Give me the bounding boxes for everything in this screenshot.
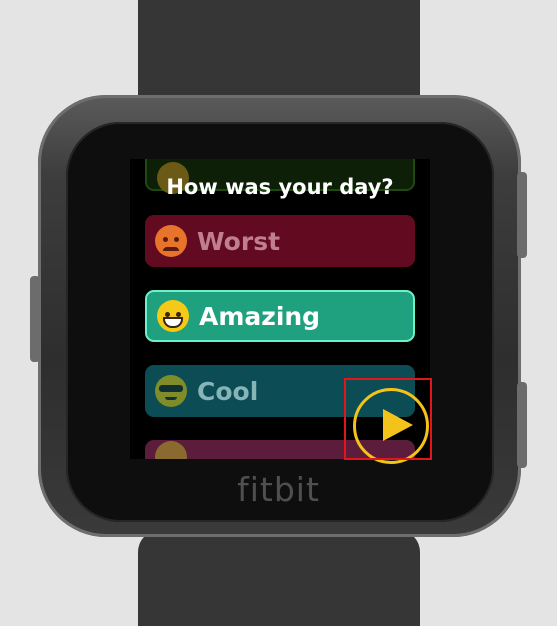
left-side-button[interactable]: [30, 276, 40, 362]
grinning-face-icon: [157, 300, 189, 332]
smiling-face-icon: [155, 441, 187, 459]
tired-face-icon: [155, 225, 187, 257]
option-label: Cool: [197, 376, 259, 406]
watch-strap-bottom: [138, 530, 420, 626]
target-highlight-box: [344, 378, 432, 460]
right-top-button[interactable]: [517, 172, 527, 258]
option-label: Amazing: [199, 301, 321, 331]
sunglasses-face-icon: [155, 375, 187, 407]
option-worst[interactable]: Worst: [145, 215, 415, 267]
right-bottom-button[interactable]: [517, 382, 527, 468]
brand-logo: fitbit: [237, 470, 320, 509]
option-label: Worst: [197, 226, 281, 256]
question-title: How was your day?: [166, 175, 394, 199]
option-amazing[interactable]: Amazing: [145, 290, 415, 342]
